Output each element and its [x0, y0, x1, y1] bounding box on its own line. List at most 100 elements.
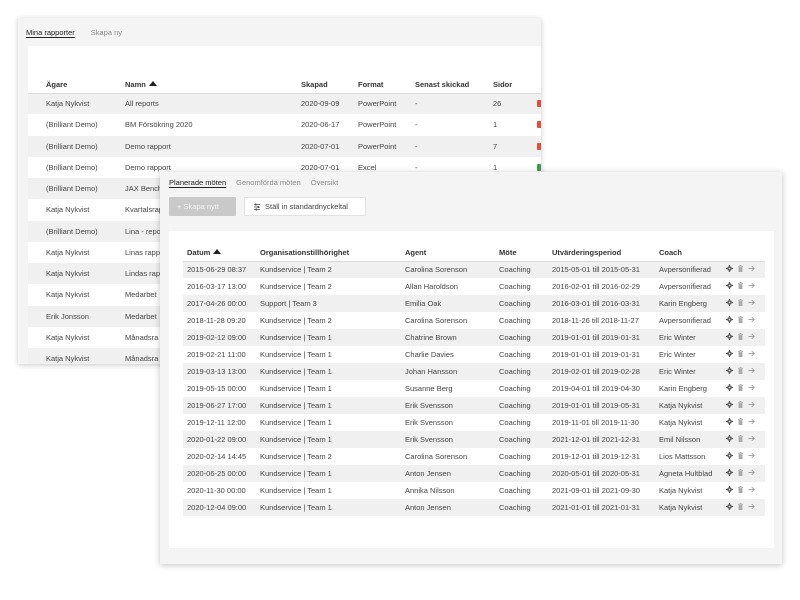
document-icon[interactable]	[537, 100, 541, 108]
trash-icon[interactable]	[737, 350, 744, 357]
gear-icon[interactable]	[726, 350, 733, 357]
gear-icon[interactable]	[726, 316, 733, 323]
table-row[interactable]: 2019-05-15 00:00 Kundservice | Team 1 Susa…	[183, 380, 765, 397]
arrow-right-icon[interactable]	[748, 282, 755, 289]
gear-icon[interactable]	[726, 435, 733, 442]
arrow-right-icon[interactable]	[748, 367, 755, 374]
gear-icon[interactable]	[726, 486, 733, 493]
report-owner: Erik Jonsson	[28, 305, 125, 327]
table-row[interactable]: 2020-01-22 09:00 Kundservice | Team 1 Erik…	[183, 431, 765, 448]
trash-icon[interactable]	[737, 486, 744, 493]
trash-icon[interactable]	[737, 367, 744, 374]
col-created[interactable]: Skapad	[301, 77, 358, 94]
gear-icon[interactable]	[726, 367, 733, 374]
arrow-right-icon[interactable]	[748, 486, 755, 493]
table-row[interactable]: 2016-03-17 13:00 Kundservice | Team 2 Alla…	[183, 278, 765, 295]
col-name[interactable]: Namn	[125, 77, 301, 94]
table-row[interactable]: 2020-06-25 00:00 Kundservice | Team 1 Anto…	[183, 465, 765, 482]
gear-icon[interactable]	[726, 469, 733, 476]
col-last-sent[interactable]: Senast skickad	[415, 77, 493, 94]
table-row[interactable]: 2015-06-29 08:37 Kundservice | Team 2 Caro…	[183, 261, 765, 278]
tab-planned-meetings[interactable]: Planerade möten	[169, 178, 226, 187]
arrow-right-icon[interactable]	[748, 401, 755, 408]
trash-icon[interactable]	[737, 299, 744, 306]
document-icon[interactable]	[537, 121, 541, 129]
table-row[interactable]: 2020-02-14 14:45 Kundservice | Team 2 Caro…	[183, 448, 765, 465]
gear-icon[interactable]	[726, 282, 733, 289]
arrow-right-icon[interactable]	[748, 265, 755, 272]
arrow-right-icon[interactable]	[748, 469, 755, 476]
arrow-right-icon[interactable]	[748, 350, 755, 357]
meeting-type: Coaching	[499, 486, 531, 495]
tab-completed-meetings[interactable]: Genomförda möten	[236, 178, 301, 187]
trash-icon[interactable]	[737, 469, 744, 476]
gear-icon[interactable]	[726, 452, 733, 459]
tab-create-new[interactable]: Skapa ny	[91, 28, 122, 46]
set-default-key-button[interactable]: Ställ in standardnyckeltal	[244, 197, 366, 216]
table-row[interactable]: Katja Nykvist All reports 2020-09-09 PowerP…	[28, 93, 541, 115]
gear-icon[interactable]	[726, 401, 733, 408]
meeting-coach: Emil Nilsson	[655, 431, 722, 448]
table-row[interactable]: 2019-12-11 12:00 Kundservice | Team 1 Erik…	[183, 414, 765, 431]
table-row[interactable]: (Brilliant Demo) BM Försökring 2020 2020-0…	[28, 114, 541, 135]
arrow-right-icon[interactable]	[748, 384, 755, 391]
table-row[interactable]: 2019-02-21 11:00 Kundservice | Team 1 Char…	[183, 346, 765, 363]
table-row[interactable]: 2017-04-26 00:00 Support | Team 3 Emilia O…	[183, 295, 765, 312]
set-default-key-label: Ställ in standardnyckeltal	[265, 202, 348, 211]
tab-overview[interactable]: Översikt	[311, 178, 339, 187]
arrow-right-icon[interactable]	[748, 418, 755, 425]
gear-icon[interactable]	[726, 418, 733, 425]
trash-icon[interactable]	[737, 282, 744, 289]
document-icon[interactable]	[537, 142, 541, 150]
meeting-coach: Katja Nykvist	[659, 486, 703, 495]
document-icon[interactable]	[537, 163, 541, 171]
gear-icon[interactable]	[726, 503, 733, 510]
meeting-org: Kundservice | Team 1	[260, 486, 332, 495]
trash-icon[interactable]	[737, 265, 744, 273]
meeting-type: Coaching	[495, 295, 548, 312]
trash-icon[interactable]	[737, 384, 744, 391]
trash-icon[interactable]	[737, 435, 744, 442]
table-row[interactable]: 2018-11-28 09:20 Kundservice | Team 2 Caro…	[183, 312, 765, 329]
meeting-type: Coaching	[495, 465, 548, 482]
table-row[interactable]: 2019-03-13 13:00 Kundservice | Team 1 Joha…	[183, 363, 765, 380]
report-name: Demo rapport	[125, 135, 301, 157]
gear-icon[interactable]	[726, 265, 733, 273]
col-format[interactable]: Format	[358, 77, 415, 94]
gear-icon[interactable]	[726, 384, 733, 391]
col-org[interactable]: Organisationstillhörighet	[256, 244, 401, 262]
meeting-coach: Avpersonifierad	[655, 261, 722, 278]
col-date[interactable]: Datum	[183, 244, 256, 262]
arrow-right-icon[interactable]	[748, 299, 755, 306]
arrow-right-icon[interactable]	[748, 452, 755, 459]
meeting-period: 2018-11-26 till 2018-11-27	[552, 316, 639, 325]
meeting-date: 2019-03-13 13:00	[183, 363, 256, 380]
col-coach[interactable]: Coach	[655, 244, 722, 262]
table-row[interactable]: 2020-12-04 09:00 Kundservice | Team 1 Anto…	[183, 499, 765, 516]
table-row[interactable]: (Brilliant Demo) Demo rapport 2020-07-01 Po…	[28, 135, 541, 157]
tab-my-reports[interactable]: Mina rapporter	[26, 28, 75, 46]
arrow-right-icon[interactable]	[748, 503, 755, 510]
arrow-right-icon[interactable]	[748, 333, 755, 340]
col-owner[interactable]: Ägare	[28, 77, 125, 94]
gear-icon[interactable]	[726, 299, 733, 306]
col-agent[interactable]: Agent	[401, 244, 495, 262]
col-meeting[interactable]: Möte	[495, 244, 548, 262]
arrow-right-icon[interactable]	[748, 435, 755, 442]
trash-icon[interactable]	[737, 401, 744, 408]
table-row[interactable]: 2019-02-12 09:00 Kundservice | Team 1 Chat…	[183, 329, 765, 346]
arrow-right-icon[interactable]	[748, 316, 755, 323]
gear-icon[interactable]	[726, 333, 733, 340]
create-new-button[interactable]: + Skapa nytt	[169, 197, 236, 216]
trash-icon[interactable]	[737, 452, 744, 459]
trash-icon[interactable]	[737, 503, 744, 510]
trash-icon[interactable]	[737, 333, 744, 340]
row-actions	[722, 482, 765, 499]
trash-icon[interactable]	[737, 316, 744, 323]
trash-icon[interactable]	[737, 418, 744, 425]
meeting-date: 2019-12-11 12:00	[187, 418, 246, 427]
col-period[interactable]: Utvärderingsperiod	[548, 244, 655, 262]
table-row[interactable]: 2019-06-27 17:00 Kundservice | Team 1 Erik…	[183, 397, 765, 414]
col-pages[interactable]: Sidor	[493, 77, 537, 94]
table-row[interactable]: 2020-11-30 00:00 Kundservice | Team 1 Anni…	[183, 482, 765, 499]
